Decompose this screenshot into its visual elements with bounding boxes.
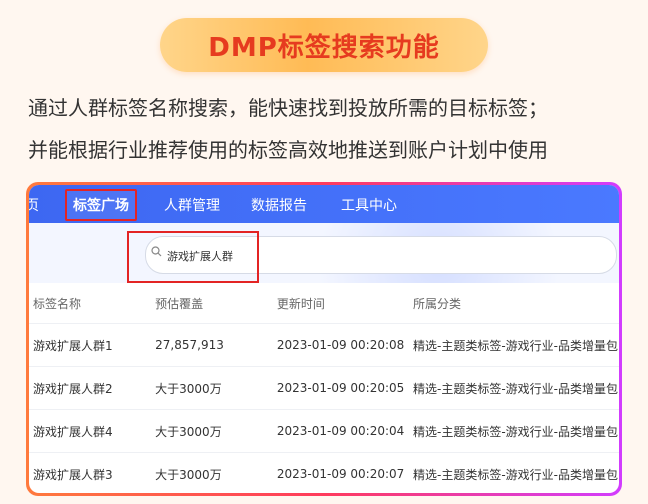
header-estimated-coverage: 预估覆盖 [155, 296, 204, 311]
cell-coverage: 大于3000万 [151, 452, 273, 493]
search-area: 游戏扩展人群 [29, 223, 619, 283]
cell-category: 精选-主题类标签-游戏行业-品类增量包 [409, 366, 619, 410]
cell-tag-name[interactable]: 游戏扩展人群4 [29, 409, 152, 453]
cell-category: 精选-主题类标签-游戏行业-品类增量包 [409, 409, 619, 453]
table-row[interactable]: 游戏扩展人群3 大于3000万 2023-01-09 00:20:07 精选-主… [29, 452, 619, 493]
search-icon [151, 246, 162, 261]
top-navigation: 页 标签广场 人群管理 数据报告 工具中心 [29, 185, 619, 223]
description-line-1: 通过人群标签名称搜索，能快速找到投放所需的目标标签； [28, 96, 548, 120]
cell-tag-name[interactable]: 游戏扩展人群3 [29, 452, 152, 493]
header-tag-name: 标签名称 [33, 296, 82, 311]
cell-update-time: 2023-01-09 00:20:07 [272, 452, 409, 493]
tab-tool-center[interactable]: 工具中心 [341, 195, 397, 215]
cell-update-time: 2023-01-09 00:20:05 [272, 366, 409, 410]
tag-results-table: 标签名称 预估覆盖 更新时间 所属分类 游戏扩展人群1 27,857,913 2… [29, 283, 619, 493]
cell-category: 精选-主题类标签-游戏行业-品类增量包 [409, 452, 619, 493]
cell-update-time: 2023-01-09 00:20:08 [272, 323, 409, 367]
feature-title: DMP标签搜索功能 [208, 32, 440, 63]
cell-coverage: 大于3000万 [151, 409, 273, 453]
cell-category: 精选-主题类标签-游戏行业-品类增量包 [409, 323, 619, 367]
tab-tag-plaza[interactable]: 标签广场 [65, 189, 137, 221]
table-row[interactable]: 游戏扩展人群2 大于3000万 2023-01-09 00:20:05 精选-主… [29, 366, 619, 410]
header-category: 所属分类 [413, 296, 462, 311]
cell-update-time: 2023-01-09 00:20:04 [272, 409, 409, 453]
screenshot-frame: 页 标签广场 人群管理 数据报告 工具中心 游戏扩展人群 标签名称 预估覆盖 更… [26, 182, 622, 496]
feature-title-banner: DMP标签搜索功能 [160, 18, 488, 72]
table-header-row: 标签名称 预估覆盖 更新时间 所属分类 [29, 283, 619, 324]
cell-tag-name[interactable]: 游戏扩展人群2 [29, 366, 152, 410]
table-row[interactable]: 游戏扩展人群4 大于3000万 2023-01-09 00:20:04 精选-主… [29, 409, 619, 453]
nav-item-partial[interactable]: 页 [29, 195, 39, 215]
table-row[interactable]: 游戏扩展人群1 27,857,913 2023-01-09 00:20:08 精… [29, 323, 619, 367]
description-line-2: 并能根据行业推荐使用的标签高效地推送到账户计划中使用 [28, 138, 548, 162]
cell-coverage: 27,857,913 [151, 323, 273, 367]
app-screen: 页 标签广场 人群管理 数据报告 工具中心 游戏扩展人群 标签名称 预估覆盖 更… [29, 185, 619, 493]
search-query: 游戏扩展人群 [167, 250, 233, 263]
tab-data-report[interactable]: 数据报告 [251, 195, 307, 215]
cell-coverage: 大于3000万 [151, 366, 273, 410]
cell-tag-name[interactable]: 游戏扩展人群1 [29, 323, 152, 367]
header-update-time: 更新时间 [276, 296, 325, 311]
tab-audience-management[interactable]: 人群管理 [164, 195, 220, 215]
